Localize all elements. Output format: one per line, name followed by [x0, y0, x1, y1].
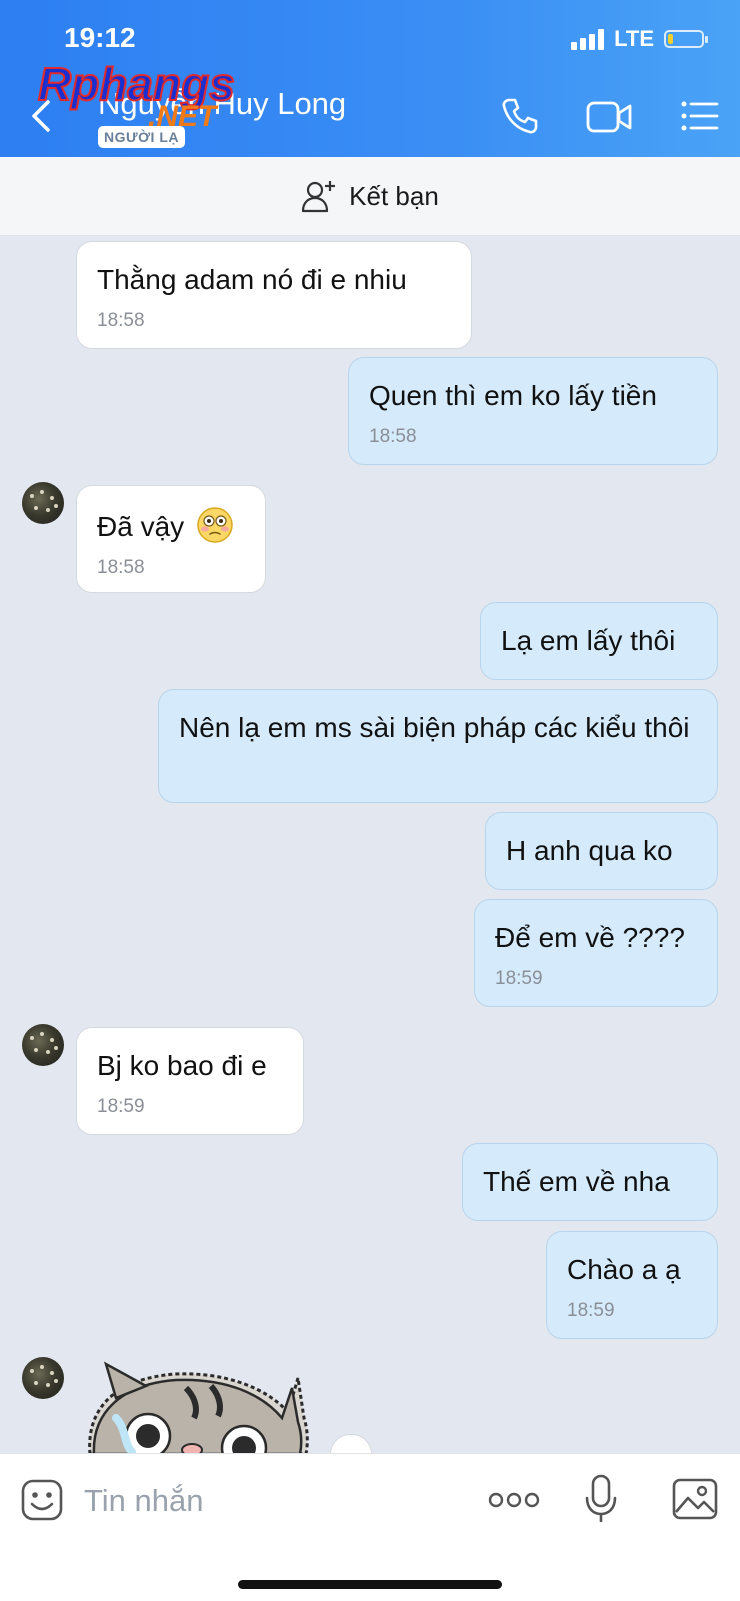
watermark-sub: .NET [148, 100, 219, 133]
message-bubble[interactable]: Thằng adam nó đi e nhiu 18:58 [76, 241, 472, 349]
chat-header: 19:12 LTE Nguyễn Huy Long NGƯỜI LẠ Rphan… [0, 0, 740, 157]
flushed-face-icon [197, 507, 233, 543]
message-bubble[interactable]: H anh qua ko [485, 812, 718, 890]
message-bubble[interactable]: Thế em về nha [462, 1143, 718, 1221]
composer-bar [0, 1453, 740, 1601]
microphone-icon[interactable] [584, 1474, 618, 1524]
home-indicator[interactable] [238, 1580, 502, 1589]
message-time: 18:58 [97, 310, 145, 331]
message-input[interactable] [82, 1472, 446, 1530]
message-text: Bj ko bao đi e [97, 1050, 267, 1081]
message-bubble[interactable]: Nên lạ em ms sài biện pháp các kiểu thôi [158, 689, 718, 803]
network-type: LTE [614, 26, 654, 51]
message-text: Đã vậy [97, 511, 185, 542]
phone-icon[interactable] [500, 96, 540, 136]
add-friend-label: Kết bạn [349, 180, 439, 211]
status-indicators: LTE [571, 26, 708, 52]
signal-icon [571, 28, 605, 50]
message-bubble[interactable]: Bj ko bao đi e 18:59 [76, 1027, 304, 1135]
message-bubble[interactable]: Để em về ???? 18:59 [474, 899, 718, 1007]
avatar[interactable] [22, 1357, 64, 1399]
add-friend-button[interactable]: Kết bạn [0, 157, 740, 236]
watermark-logo: Rphangs .NET [37, 57, 236, 133]
image-icon[interactable] [672, 1478, 718, 1520]
smiley-icon[interactable] [20, 1478, 64, 1522]
cat-sticker[interactable] [76, 1358, 316, 1454]
message-text: Thế em về nha [483, 1166, 670, 1197]
message-time: 18:59 [495, 968, 543, 989]
message-text: Nên lạ em ms sài biện pháp các kiểu thôi [179, 712, 690, 743]
message-bubble[interactable]: Đã vậy 18:58 [76, 485, 266, 593]
message-bubble[interactable]: Chào a ạ 18:59 [546, 1231, 718, 1339]
message-bubble[interactable]: Quen thì em ko lấy tiền 18:58 [348, 357, 718, 465]
add-person-icon [302, 181, 336, 213]
message-text: Lạ em lấy thôi [501, 625, 676, 656]
message-time: 18:59 [97, 1096, 145, 1117]
message-text: Quen thì em ko lấy tiền [369, 380, 657, 411]
message-bubble[interactable]: Lạ em lấy thôi [480, 602, 718, 680]
message-text: Thằng adam nó đi e nhiu [97, 264, 407, 295]
message-text: H anh qua ko [506, 835, 673, 866]
avatar[interactable] [22, 1024, 64, 1066]
more-dots-icon[interactable] [488, 1490, 540, 1510]
video-camera-icon[interactable] [586, 100, 632, 134]
status-time: 19:12 [64, 22, 136, 53]
message-time: 18:59 [567, 1300, 615, 1321]
message-time: 18:58 [369, 426, 417, 447]
avatar[interactable] [22, 482, 64, 524]
message-time: 18:58 [97, 557, 145, 578]
list-menu-icon[interactable] [680, 100, 720, 132]
message-text: Chào a ạ [567, 1254, 681, 1285]
reaction-button[interactable] [330, 1434, 372, 1455]
message-text: Để em về ???? [495, 922, 685, 953]
battery-icon [664, 30, 708, 48]
